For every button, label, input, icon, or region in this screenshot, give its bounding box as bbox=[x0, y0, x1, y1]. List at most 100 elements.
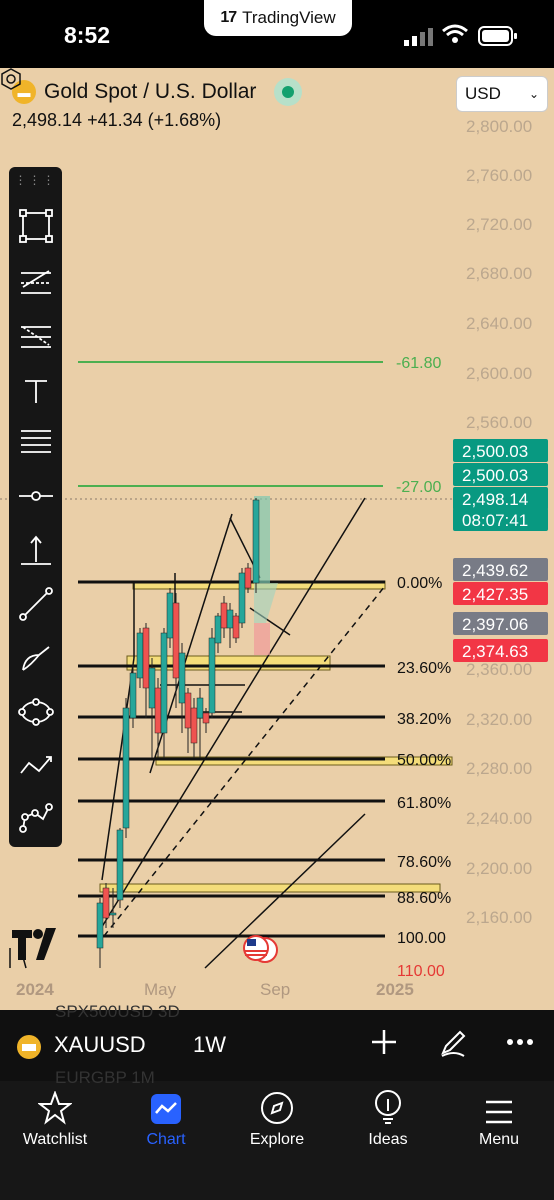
demand-zone[interactable] bbox=[99, 883, 441, 893]
y-tick: 2,680.00 bbox=[466, 264, 532, 283]
timeframe[interactable]: 1W bbox=[193, 1032, 226, 1058]
chart-header: ▬ Gold Spot / U.S. Dollar 2,498.14 +41.3… bbox=[12, 78, 303, 131]
polyline-tool-icon[interactable] bbox=[19, 803, 53, 833]
nav-explore[interactable]: Explore bbox=[222, 1081, 332, 1171]
chart-settings-icon[interactable] bbox=[0, 68, 22, 90]
price-change: 2,498.14 +41.34 (+1.68%) bbox=[12, 110, 222, 130]
ellipse-tool-icon[interactable] bbox=[18, 698, 54, 726]
nav-menu[interactable]: Menu bbox=[444, 1081, 554, 1171]
star-icon bbox=[38, 1091, 72, 1125]
y-tick: 2,720.00 bbox=[466, 215, 532, 234]
fib-label: -61.80 bbox=[396, 355, 441, 372]
price-tag-text: 2,500.03 bbox=[462, 466, 528, 485]
candle-body bbox=[154, 687, 162, 734]
fib-label: 78.60% bbox=[397, 854, 451, 871]
fib-label: 50.00% bbox=[397, 752, 451, 769]
candle-body bbox=[160, 632, 168, 734]
y-tick: 2,560.00 bbox=[466, 413, 532, 432]
y-tick: 2,800.00 bbox=[466, 117, 532, 136]
horizontal-line-tool-icon[interactable] bbox=[19, 491, 53, 501]
candle-body bbox=[190, 707, 198, 744]
candle-body bbox=[142, 627, 150, 689]
add-icon[interactable] bbox=[370, 1028, 398, 1056]
chart-icon bbox=[151, 1094, 181, 1124]
candle-body bbox=[148, 667, 156, 709]
x-tick: Sep bbox=[260, 980, 291, 999]
path-tool-icon[interactable] bbox=[20, 756, 52, 774]
trend-line[interactable] bbox=[99, 497, 366, 931]
pitchfork-tool-icon[interactable] bbox=[21, 326, 51, 348]
brush-tool-icon[interactable] bbox=[22, 646, 50, 671]
market-open-status-icon[interactable] bbox=[274, 78, 303, 106]
status-bar: 8:52 17 TradingView bbox=[0, 0, 554, 68]
x-tick: May bbox=[144, 980, 177, 999]
nav-chart[interactable]: Chart bbox=[111, 1081, 221, 1171]
nav-label: Menu bbox=[478, 1131, 520, 1148]
candle-body bbox=[226, 609, 234, 629]
y-tick: 2,360.00 bbox=[466, 660, 532, 679]
drawing-pen-icon[interactable] bbox=[438, 1028, 468, 1058]
fib-levels-tool-icon[interactable] bbox=[21, 430, 51, 453]
trend-line-tool-icon[interactable] bbox=[19, 587, 53, 621]
symbol-title[interactable]: Gold Spot / U.S. Dollar bbox=[44, 80, 256, 104]
nav-ideas[interactable]: Ideas bbox=[333, 1081, 443, 1171]
candle-body bbox=[196, 697, 204, 719]
y-tick: 2,160.00 bbox=[466, 908, 532, 927]
currency-select[interactable]: USD ⌄ bbox=[456, 76, 548, 112]
nav-watchlist[interactable]: Watchlist bbox=[0, 1081, 110, 1171]
measure-tool-icon[interactable] bbox=[21, 535, 51, 565]
currency-value: USD bbox=[465, 84, 501, 103]
wifi-icon bbox=[442, 24, 468, 43]
ghost-watchlist-item: EURGBP 1M bbox=[55, 1068, 155, 1087]
candle-body bbox=[102, 887, 110, 919]
price-tag-text: 2,397.06 bbox=[462, 615, 528, 634]
tradingview-watermark-icon bbox=[9, 928, 56, 969]
drawing-toolbar: ⋮⋮⋮ bbox=[9, 167, 62, 847]
candle-body bbox=[202, 712, 210, 724]
battery-icon bbox=[478, 26, 517, 46]
y-tick: 2,240.00 bbox=[466, 809, 532, 828]
position-loss-zone[interactable] bbox=[254, 623, 270, 655]
parallel-channel-tool-icon[interactable] bbox=[21, 270, 51, 294]
candle-body bbox=[116, 829, 124, 901]
chevron-down-icon: ⌄ bbox=[528, 87, 539, 101]
fib-label: 61.80% bbox=[397, 795, 451, 812]
candle-body bbox=[184, 692, 192, 729]
y-tick: 2,640.00 bbox=[466, 314, 532, 333]
nav-label: Explore bbox=[249, 1131, 305, 1148]
candle-body bbox=[208, 637, 216, 714]
app-pill-label: TradingView bbox=[242, 8, 336, 27]
text-tool-icon[interactable] bbox=[25, 380, 47, 403]
chart-pane[interactable]: 2,800.00 2,760.00 2,720.00 2,680.00 2,64… bbox=[0, 68, 554, 1081]
candle-body bbox=[214, 615, 222, 644]
x-tick: 2024 bbox=[16, 980, 54, 999]
app-pill[interactable]: 17 TradingView bbox=[204, 0, 352, 36]
symbol-name[interactable]: XAUUSD bbox=[54, 1032, 146, 1058]
fib-label: 0.00% bbox=[397, 575, 442, 592]
ghost-watchlist-item: SPX500USD 3D bbox=[55, 1002, 180, 1021]
more-icon[interactable] bbox=[506, 1038, 534, 1046]
candle-body bbox=[178, 652, 186, 704]
rectangle-tool-icon[interactable] bbox=[19, 209, 53, 243]
price-tag-text: 2,498.14 bbox=[462, 490, 528, 509]
price-tag-text: 2,374.63 bbox=[462, 642, 528, 661]
gold-symbol-icon bbox=[17, 1035, 41, 1059]
y-tick: 2,760.00 bbox=[466, 166, 532, 185]
candle-body bbox=[96, 902, 104, 949]
nav-label: Chart bbox=[146, 1131, 186, 1148]
us-event-marker[interactable] bbox=[243, 935, 278, 963]
tradingview-logo-icon: 17 bbox=[220, 9, 237, 26]
nav-label: Watchlist bbox=[22, 1131, 88, 1148]
demand-zone[interactable] bbox=[126, 655, 331, 671]
candle-body bbox=[172, 602, 180, 679]
price-tag-text: 2,427.35 bbox=[462, 585, 528, 604]
y-tick: 2,200.00 bbox=[466, 859, 532, 878]
chart-canvas[interactable]: 2,800.00 2,760.00 2,720.00 2,680.00 2,64… bbox=[0, 68, 554, 1081]
y-tick: 2,320.00 bbox=[466, 710, 532, 729]
price-tag-text: 2,439.62 bbox=[462, 561, 528, 580]
candle-body bbox=[238, 572, 246, 624]
fib-label: 88.60% bbox=[397, 890, 451, 907]
candle-body bbox=[122, 707, 130, 829]
candle-body bbox=[129, 672, 137, 719]
candle-body bbox=[244, 567, 252, 589]
